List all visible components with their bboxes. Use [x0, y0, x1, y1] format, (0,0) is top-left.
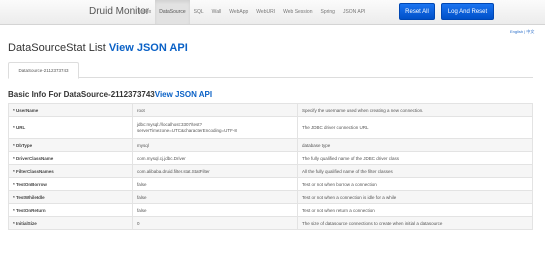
row-key: * DbType	[8, 138, 133, 152]
table-row: * UserName root Specify the username use…	[8, 103, 533, 117]
table-row: * DbType mysql database type	[8, 138, 533, 152]
row-value: jdbc:mysql://localhost:3307/test?serverT…	[132, 116, 298, 139]
section-view-json-api-link[interactable]: View JSON API	[155, 90, 212, 99]
language-switch[interactable]: English | 中文	[510, 29, 534, 35]
section-title: Basic Info For DataSource-2112373743View…	[8, 90, 212, 99]
tab-datasource[interactable]: DataSource-2112373743	[8, 62, 79, 79]
table-row: * TestWhileIdle false Test or not when a…	[8, 190, 533, 204]
table-row: * TestOnReturn false Test or not when re…	[8, 203, 533, 217]
row-key: * TestOnBorrow	[8, 177, 133, 191]
row-description: Specify the username used when creating …	[297, 103, 533, 117]
row-value: 0	[132, 216, 298, 230]
table-row: * URL jdbc:mysql://localhost:3307/test?s…	[8, 116, 533, 139]
row-description: The fully qualified name of the JDBC dri…	[297, 151, 533, 165]
basic-info-table: * UserName root Specify the username use…	[8, 103, 533, 230]
row-value: com.alibaba.druid.filter.stat.StatFilter	[132, 164, 298, 178]
nav-link-datasource[interactable]: DataSource	[155, 0, 190, 24]
row-value: false	[132, 203, 298, 217]
row-description: Test or not when borrow a connection	[297, 177, 533, 191]
row-key: * TestOnReturn	[8, 203, 133, 217]
reset-all-button[interactable]: Reset All	[399, 3, 435, 20]
section-title-text: Basic Info For DataSource-2112373743	[8, 90, 155, 99]
top-navbar: Druid Monitor Index DataSource SQL Wall …	[0, 0, 545, 25]
page-title: DataSourceStat List View JSON API	[8, 42, 188, 54]
row-value: mysql	[132, 138, 298, 152]
nav-links: Index DataSource SQL Wall WebApp WebURI …	[135, 0, 369, 24]
row-value: false	[132, 190, 298, 204]
nav-link-json-api[interactable]: JSON API	[339, 0, 370, 24]
row-description: The size of datasource connections to cr…	[297, 216, 533, 230]
table-row: * TestOnBorrow false Test or not when bo…	[8, 177, 533, 191]
row-description: All the fully qualified name of the filt…	[297, 164, 533, 178]
row-description: database type	[297, 138, 533, 152]
row-value: root	[132, 103, 298, 117]
view-json-api-link[interactable]: View JSON API	[109, 42, 188, 54]
row-description: Test or not when return a connection	[297, 203, 533, 217]
table-row: * DriverClassName com.mysql.cj.jdbc.Driv…	[8, 151, 533, 165]
row-key: * UserName	[8, 103, 133, 117]
log-and-reset-button[interactable]: Log And Reset	[441, 3, 494, 20]
nav-link-spring[interactable]: Spring	[316, 0, 338, 24]
nav-link-weburi[interactable]: WebURI	[252, 0, 279, 24]
nav-link-wall[interactable]: Wall	[208, 0, 226, 24]
row-value: false	[132, 177, 298, 191]
table-row: * FilterClassNames com.alibaba.druid.fil…	[8, 164, 533, 178]
row-value: com.mysql.cj.jdbc.Driver	[132, 151, 298, 165]
datasource-tabs: DataSource-2112373743	[8, 60, 533, 79]
nav-link-webapp[interactable]: WebApp	[225, 0, 252, 24]
row-key: * DriverClassName	[8, 151, 133, 165]
nav-link-sql[interactable]: SQL	[190, 0, 208, 24]
table-row: * InitialSize 0 The size of datasource c…	[8, 216, 533, 230]
nav-link-index[interactable]: Index	[135, 0, 155, 24]
row-description: Test or not when a connection is idle fo…	[297, 190, 533, 204]
row-key: * URL	[8, 116, 133, 139]
row-description: The JDBC driver connection URL	[297, 116, 533, 139]
row-key: * FilterClassNames	[8, 164, 133, 178]
row-key: * InitialSize	[8, 216, 133, 230]
page-title-text: DataSourceStat List	[8, 42, 106, 54]
row-key: * TestWhileIdle	[8, 190, 133, 204]
nav-link-web-session[interactable]: Web Session	[279, 0, 316, 24]
